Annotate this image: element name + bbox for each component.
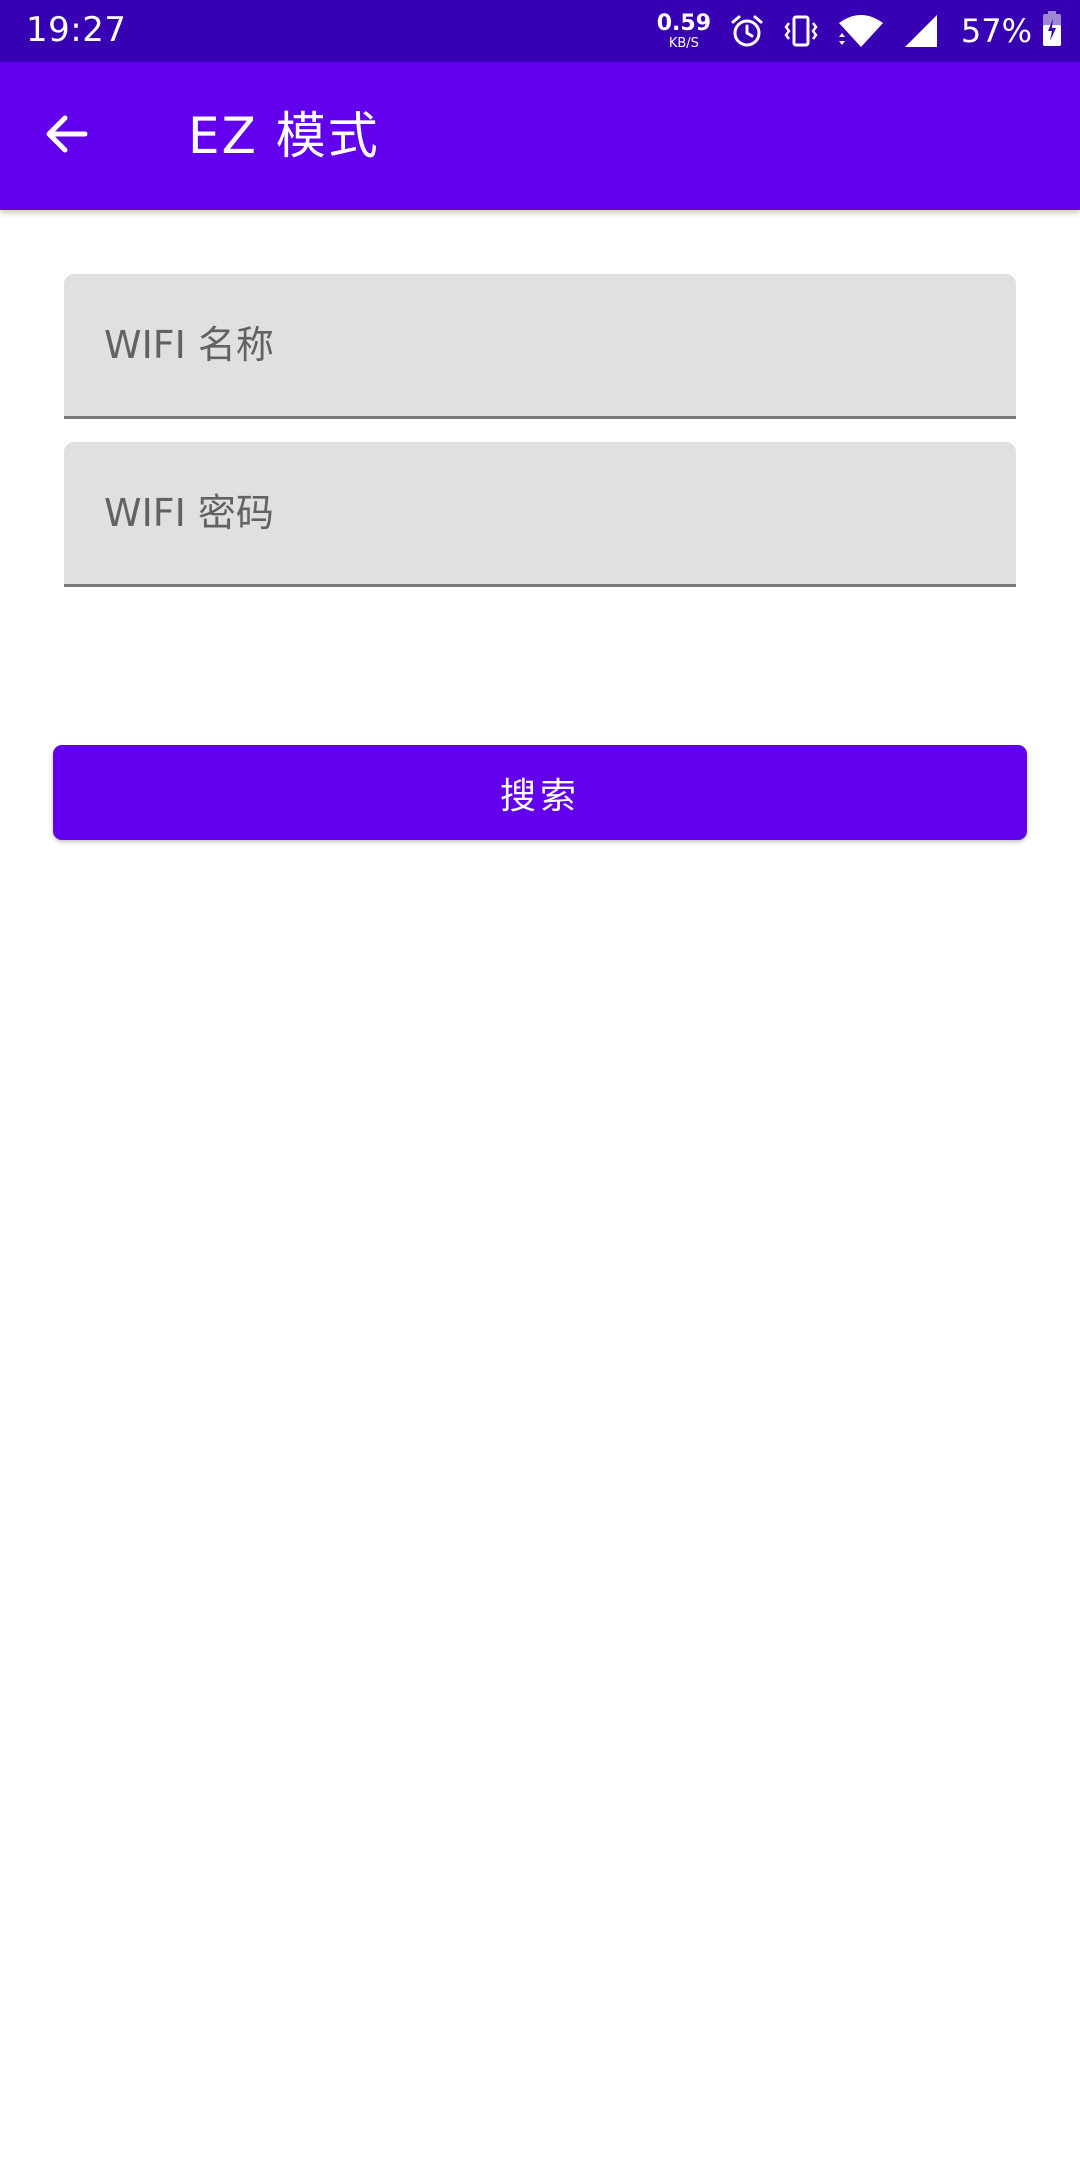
- status-bar: 19:27 0.59 KB/S 57%: [0, 0, 1080, 62]
- search-button[interactable]: 搜索: [53, 745, 1027, 840]
- back-button[interactable]: [34, 104, 98, 168]
- battery-percent: 57%: [960, 12, 1032, 50]
- net-speed-value: 0.59: [656, 10, 712, 36]
- wifi-password-input[interactable]: [64, 442, 1016, 584]
- net-speed: 0.59 KB/S: [657, 12, 711, 51]
- battery-charging-icon: [1042, 11, 1062, 51]
- vibrate-icon: [783, 13, 819, 49]
- wifi-password-field: [64, 442, 1016, 587]
- wifi-name-input[interactable]: [64, 274, 1016, 416]
- alarm-icon: [729, 13, 765, 49]
- app-bar: EZ 模式: [0, 62, 1080, 210]
- wifi-name-field: [64, 274, 1016, 419]
- status-time: 19:27: [26, 10, 127, 50]
- page-title: EZ 模式: [188, 107, 380, 165]
- net-speed-unit: KB/S: [668, 35, 699, 51]
- wifi-icon: [837, 13, 885, 49]
- status-indicators: 0.59 KB/S 57%: [657, 0, 1062, 62]
- arrow-left-icon: [41, 109, 91, 163]
- cell-signal-icon: [903, 13, 939, 49]
